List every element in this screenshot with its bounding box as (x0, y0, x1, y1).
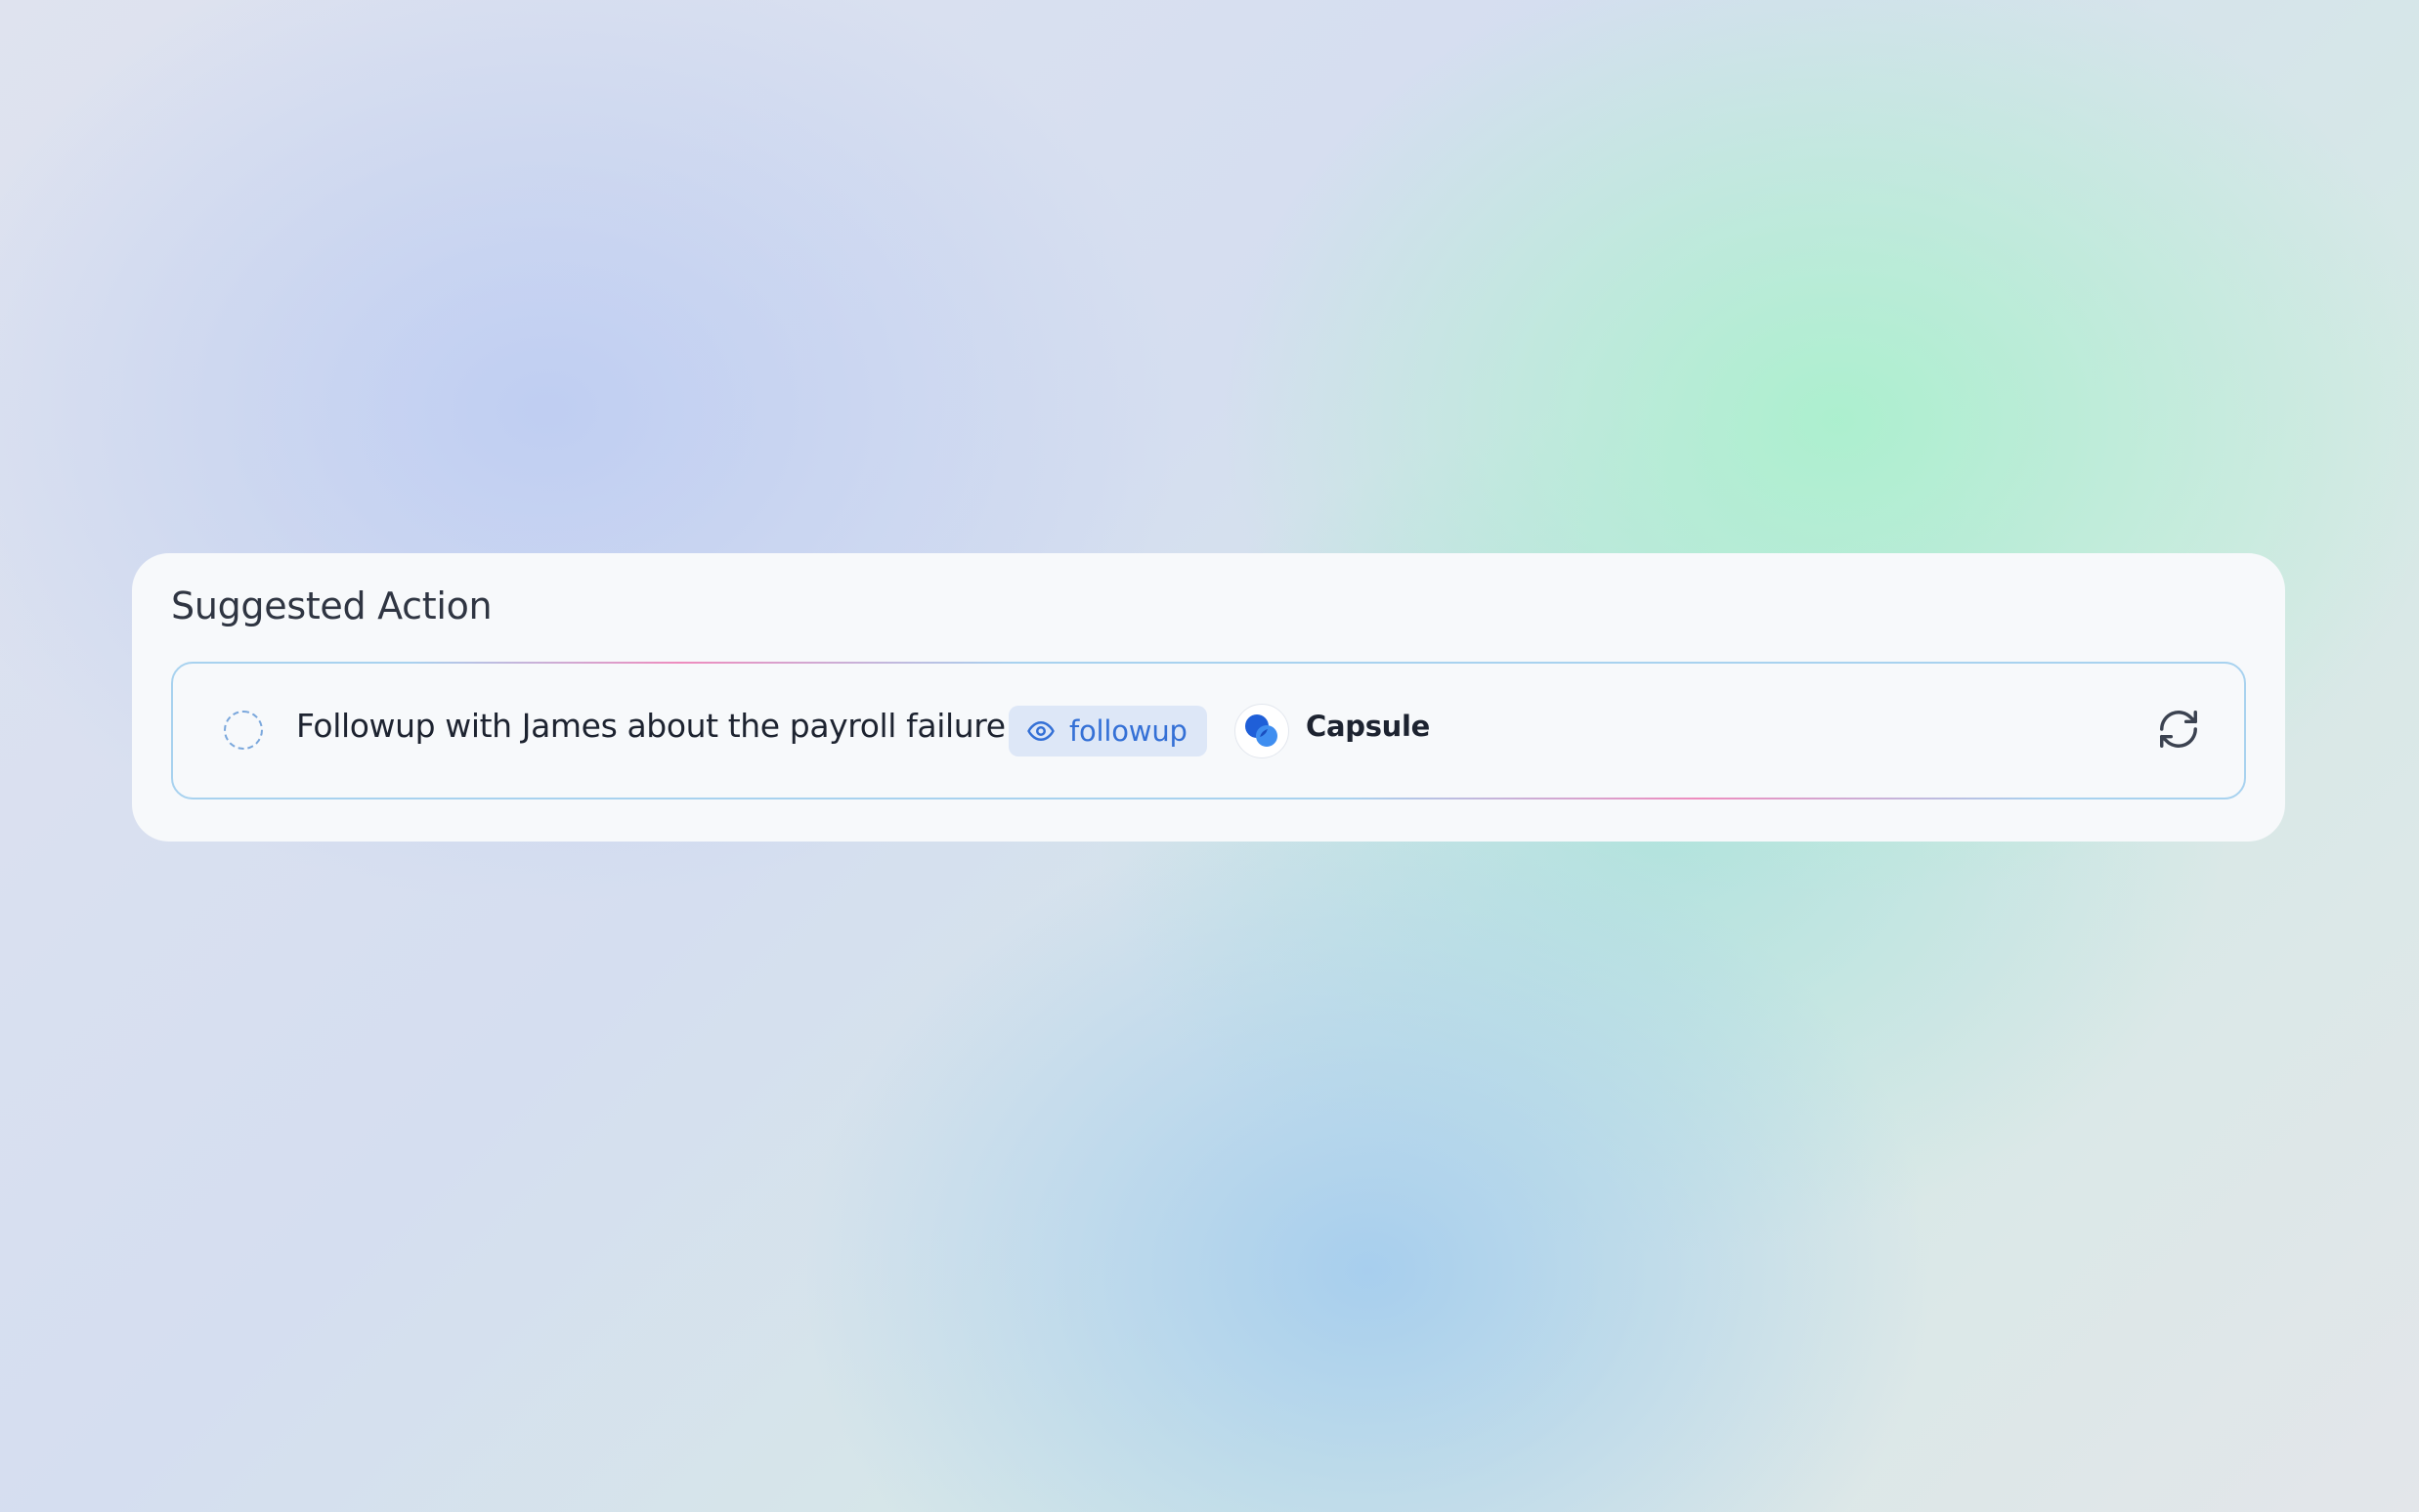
action-text: Followup with James about the payroll fa… (296, 707, 1006, 745)
capsule-logo-icon (1234, 704, 1289, 758)
accent-line-bottom (1346, 798, 2050, 799)
card-title: Suggested Action (171, 584, 493, 627)
app-name: Capsule (1306, 710, 1431, 743)
refresh-button[interactable] (2154, 707, 2203, 756)
suggested-action-card: Suggested Action Followup with James abo… (132, 553, 2285, 842)
status-circle-checkbox[interactable] (224, 711, 263, 750)
followup-tag[interactable]: followup (1009, 706, 1207, 756)
tag-label: followup (1069, 714, 1188, 748)
refresh-icon (2156, 707, 2201, 756)
accent-line-top (408, 662, 1014, 664)
suggested-action-row[interactable]: Followup with James about the payroll fa… (171, 662, 2246, 799)
eye-icon (1026, 716, 1056, 746)
